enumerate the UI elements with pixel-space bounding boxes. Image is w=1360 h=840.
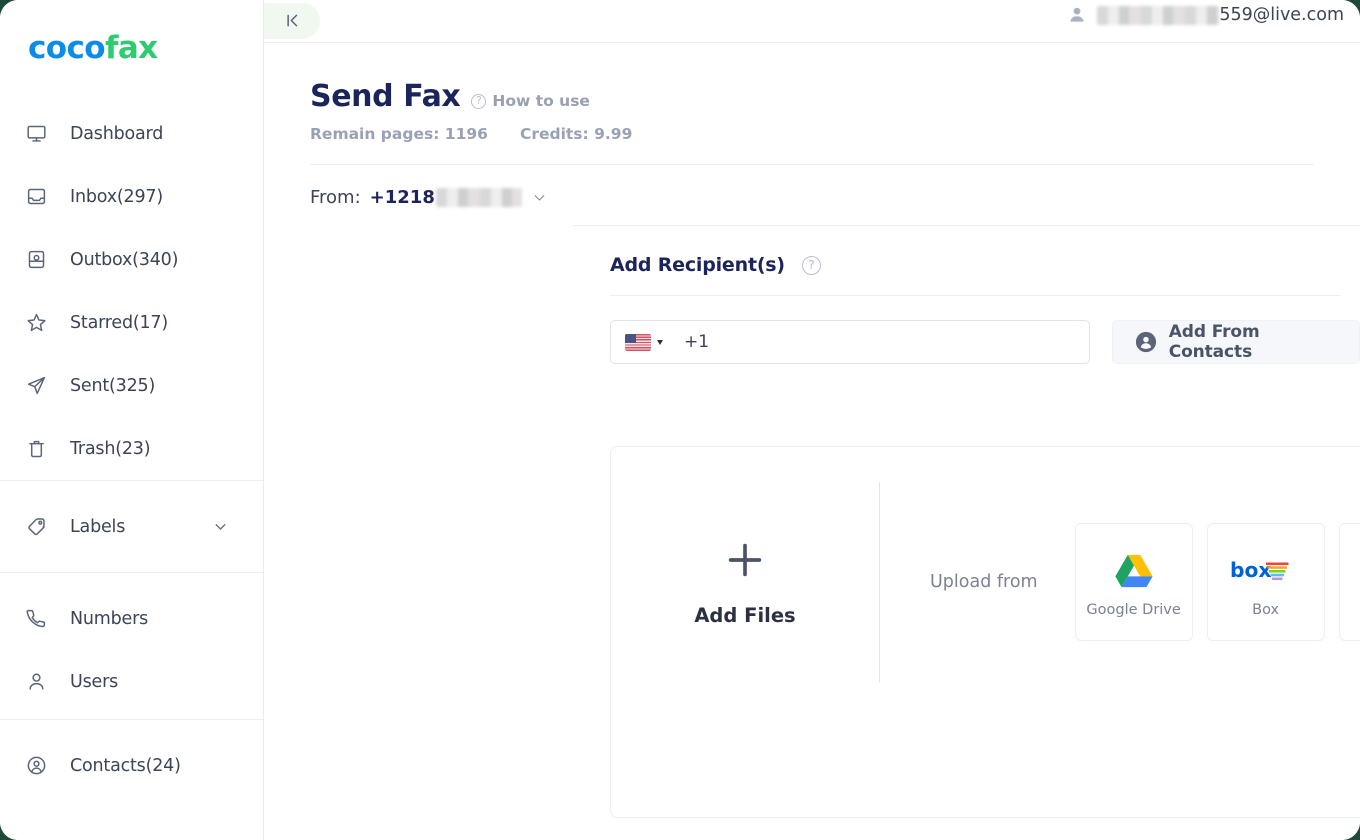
tile-label: Box (1252, 602, 1280, 618)
chevron-down-icon (531, 189, 548, 206)
sidebar-item-labels[interactable]: Labels (0, 495, 263, 558)
question-mark-icon[interactable]: ? (801, 255, 821, 275)
box-icon: box (1230, 546, 1302, 594)
from-number-text: +1218 (369, 187, 435, 208)
application-window: cocofax Dashboard Inbox(297) Outbox(340)… (0, 0, 1360, 840)
remain-pages-text: Remain pages: 1196 (310, 125, 488, 143)
us-flag-icon (625, 333, 651, 351)
person-circle-icon (1135, 331, 1157, 353)
user-email-suffix: 559@live.com (1219, 5, 1344, 25)
upload-from-google-drive-tile[interactable]: Google Drive (1074, 523, 1193, 641)
page-header: Send Fax ? How to use Remain pages: 1196… (264, 43, 1360, 143)
sidebar-item-inbox[interactable]: Inbox(297) (0, 165, 263, 228)
tile-label: Google Drive (1086, 602, 1181, 618)
trash-icon (26, 438, 52, 459)
vertical-divider (879, 482, 880, 682)
add-files-button[interactable]: Add Files (611, 537, 879, 627)
header-divider (310, 164, 1314, 165)
sidebar-item-label: Starred(17) (70, 312, 168, 333)
upload-from-dropbox-tile[interactable]: Drop box (1338, 523, 1360, 641)
page-title: Send Fax (310, 79, 461, 114)
outbox-icon (26, 249, 52, 270)
add-from-contacts-button[interactable]: Add From Contacts (1111, 320, 1360, 364)
sidebar-item-outbox[interactable]: Outbox(340) (0, 228, 263, 291)
google-drive-icon (1114, 546, 1154, 594)
user-email: 559@live.com (1097, 5, 1344, 25)
add-recipients-title: Add Recipient(s) (610, 254, 785, 276)
collapse-left-icon (286, 14, 297, 27)
recipient-input-row: +1 Add From Contacts (610, 320, 1360, 364)
add-recipients-section: Add Recipient(s) ? +1 Add From Contacts (573, 225, 1360, 364)
sidebar-item-label: Users (70, 671, 119, 692)
sidebar-item-label: Trash(23) (70, 438, 151, 459)
recipient-phone-input[interactable]: +1 (610, 320, 1090, 364)
logo-text-coco: coco (28, 30, 106, 66)
add-from-contacts-label: Add From Contacts (1168, 322, 1260, 362)
sidebar-item-users[interactable]: Users (0, 650, 263, 713)
file-upload-card[interactable]: Add Files Upload from Google Drive box B… (610, 446, 1360, 818)
chevron-down-icon (212, 518, 229, 535)
sidebar: cocofax Dashboard Inbox(297) Outbox(340)… (0, 0, 264, 840)
app-logo[interactable]: cocofax (28, 30, 263, 66)
star-icon (26, 312, 52, 333)
cloud-provider-tiles: Google Drive box Box (1074, 523, 1360, 641)
add-files-label: Add Files (694, 604, 796, 627)
sidebar-item-numbers[interactable]: Numbers (0, 587, 263, 650)
caret-down-icon (657, 339, 663, 345)
logo-text-fax: fax (104, 30, 158, 66)
inbox-icon (26, 186, 52, 207)
add-recipients-header: Add Recipient(s) ? (610, 254, 1360, 276)
account-meta-row: Remain pages: 1196 Credits: 9.99 (310, 125, 1360, 143)
recipient-phone-value: +1 (684, 332, 710, 352)
sidebar-item-label: Sent(325) (70, 375, 156, 396)
upload-from-label: Upload from (930, 572, 1038, 592)
sidebar-item-sent[interactable]: Sent(325) (0, 354, 263, 417)
user-icon (1066, 4, 1088, 26)
sidebar-group-account: Numbers Users (0, 572, 263, 719)
upload-from-box-tile[interactable]: box Box (1206, 523, 1325, 641)
question-mark-icon: ? (471, 93, 487, 109)
sidebar-item-dashboard[interactable]: Dashboard (0, 102, 263, 165)
redacted-number-suffix (435, 188, 522, 207)
redacted-email-prefix (1097, 5, 1220, 25)
plus-icon (722, 537, 768, 588)
sidebar-item-starred[interactable]: Starred(17) (0, 291, 263, 354)
how-to-use-label: How to use (492, 92, 590, 110)
sidebar-group-labels: Labels (0, 480, 263, 572)
phone-icon (26, 608, 52, 629)
sidebar-item-label: Contacts(24) (70, 755, 181, 776)
how-to-use-link[interactable]: ? How to use (471, 92, 590, 110)
country-code-select[interactable] (625, 333, 663, 351)
main-content: 559@live.com Send Fax ? How to use Remai… (264, 0, 1360, 840)
from-number-value: +1218 (370, 187, 522, 208)
user-account-menu[interactable]: 559@live.com (1066, 4, 1344, 26)
sidebar-item-label: Numbers (70, 608, 149, 629)
svg-text:box: box (1230, 558, 1271, 582)
upload-options-row: Add Files Upload from Google Drive box B… (611, 447, 1360, 717)
sidebar-item-trash[interactable]: Trash(23) (0, 417, 263, 480)
sidebar-item-label: Inbox(297) (70, 186, 163, 207)
from-label: From: (310, 187, 361, 208)
contact-circle-icon (26, 755, 52, 776)
sidebar-item-contacts[interactable]: Contacts(24) (0, 734, 263, 797)
person-icon (26, 671, 52, 692)
sidebar-group-mail: Dashboard Inbox(297) Outbox(340) Starred… (0, 102, 263, 480)
sidebar-group-contacts: Contacts(24) (0, 719, 263, 807)
recipients-divider (610, 295, 1340, 296)
page-title-row: Send Fax ? How to use (310, 79, 1360, 114)
from-number-selector[interactable]: From: +1218 (310, 187, 548, 208)
credits-text: Credits: 9.99 (519, 125, 633, 143)
tag-icon (26, 516, 52, 537)
monitor-icon (26, 123, 52, 144)
sidebar-item-label: Outbox(340) (70, 249, 179, 270)
sidebar-item-label: Dashboard (70, 123, 164, 144)
sidebar-item-label: Labels (70, 516, 126, 537)
top-bar: 559@live.com (264, 0, 1360, 43)
collapse-sidebar-button[interactable] (264, 2, 320, 39)
send-icon (26, 375, 52, 396)
